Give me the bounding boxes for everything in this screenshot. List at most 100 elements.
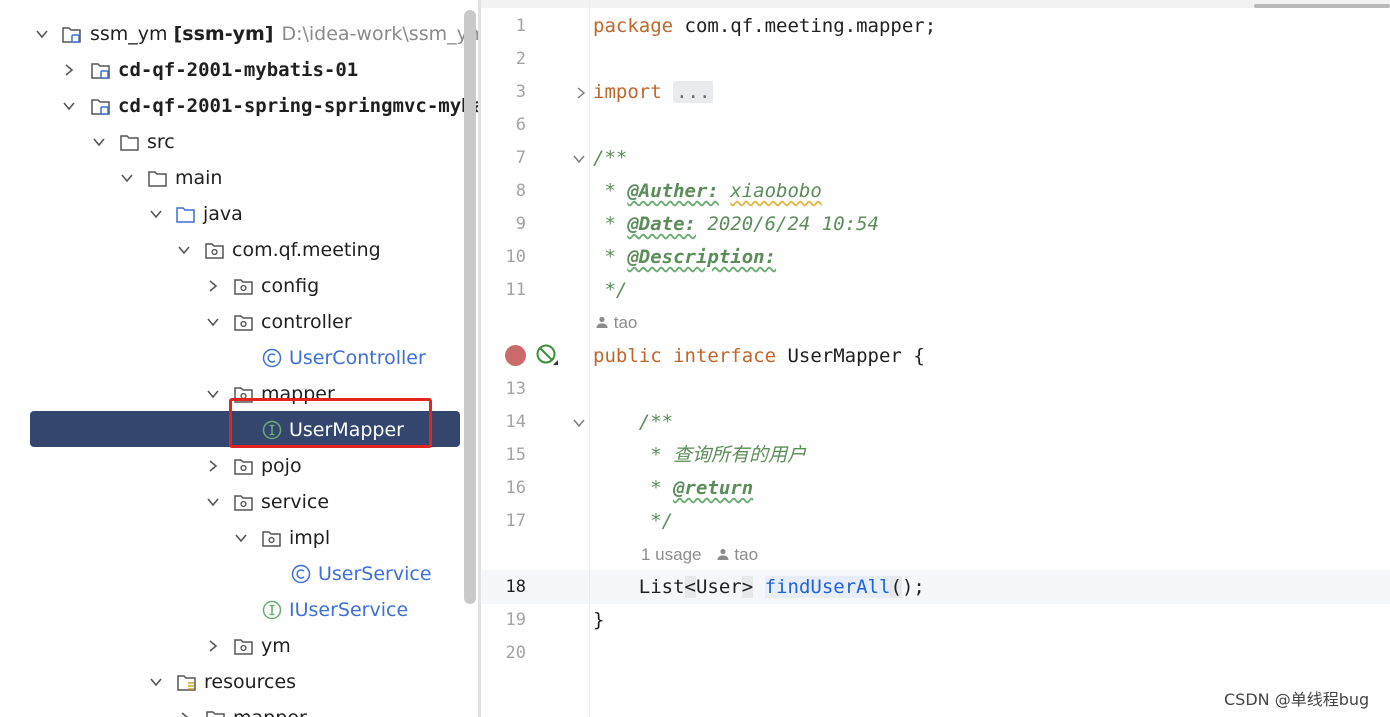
chevron-down-icon[interactable] xyxy=(177,243,191,257)
line-number: 2 xyxy=(515,49,526,69)
code-text: ); xyxy=(901,576,925,598)
author-inlay-hint[interactable]: tao xyxy=(595,313,637,333)
code-line-7[interactable]: /** xyxy=(593,147,627,169)
author-name: tao xyxy=(613,313,638,332)
chevron-down-icon[interactable] xyxy=(120,171,134,185)
package-label: controller xyxy=(261,311,352,333)
module-folder-icon xyxy=(91,99,110,115)
tree-item-package[interactable]: com.qf.meeting xyxy=(0,232,478,268)
tree-item-config[interactable]: config xyxy=(0,268,478,304)
keyword: import xyxy=(593,81,662,103)
tree-item-module2[interactable]: cd-qf-2001-spring-springmvc-myba xyxy=(0,88,478,124)
person-icon xyxy=(717,548,729,560)
method-name: findUserAll xyxy=(764,576,891,598)
line-number: 8 xyxy=(515,181,526,201)
comment-star: * xyxy=(593,246,628,268)
code-line-18[interactable]: List<User> findUserAll(); xyxy=(593,576,925,598)
usage-count: 1 usage xyxy=(641,545,702,564)
code-line-12[interactable]: public interface UserMapper { xyxy=(593,345,925,367)
tree-item-resources[interactable]: resources xyxy=(0,664,478,700)
tree-item-resources-mapper[interactable]: mapper xyxy=(0,700,478,717)
implemented-marker-icon[interactable] xyxy=(535,343,559,367)
folder-label: java xyxy=(203,203,243,225)
code-text: UserMapper { xyxy=(776,345,925,367)
chevron-right-icon[interactable] xyxy=(206,639,220,653)
package-icon xyxy=(234,279,253,295)
watermark-text: CSDN @单线程bug xyxy=(1224,690,1370,709)
tree-item-impl[interactable]: impl xyxy=(0,520,478,556)
package-icon xyxy=(205,243,224,259)
line-number: 1 xyxy=(515,16,526,36)
interface-label: IUserService xyxy=(289,599,409,621)
bracket-open: < xyxy=(684,576,696,598)
code-line-19[interactable]: } xyxy=(593,609,604,631)
chevron-right-icon[interactable] xyxy=(62,63,76,77)
line-number: 11 xyxy=(505,280,526,300)
module-label: cd-qf-2001-spring-springmvc-myba xyxy=(118,95,478,117)
tree-item-src[interactable]: src xyxy=(0,124,478,160)
package-label: pojo xyxy=(261,455,302,477)
chevron-down-icon[interactable] xyxy=(206,315,220,329)
keyword: public xyxy=(593,345,662,367)
project-label: ssm_ym [ssm-ym] D:\idea-work\ssm_ym xyxy=(90,23,478,45)
resources-folder-icon xyxy=(177,675,196,691)
folded-imports[interactable]: ... xyxy=(673,81,714,103)
code-editor[interactable]: 1 2 3 6 7 8 9 10 11 13 14 15 16 17 18 19… xyxy=(481,0,1390,717)
chevron-down-icon[interactable] xyxy=(149,207,163,221)
chevron-down-icon[interactable] xyxy=(234,531,248,545)
folder-label: main xyxy=(175,167,223,189)
tree-item-project[interactable]: ssm_ym [ssm-ym] D:\idea-work\ssm_ym xyxy=(0,16,478,52)
chevron-right-icon[interactable] xyxy=(178,711,192,717)
line-number: 17 xyxy=(505,511,526,531)
code-line-14[interactable]: /** xyxy=(593,411,673,433)
chevron-down-icon[interactable] xyxy=(206,387,220,401)
type-name: List xyxy=(593,576,685,598)
tree-item-java[interactable]: java xyxy=(0,196,478,232)
line-number-current: 18 xyxy=(505,577,526,597)
line-number: 20 xyxy=(505,643,526,663)
code-line-10[interactable]: * @Description: xyxy=(593,246,776,268)
breakpoint-icon[interactable] xyxy=(505,345,526,366)
fold-collapse-icon[interactable] xyxy=(572,152,586,166)
tree-item-main[interactable]: main xyxy=(0,160,478,196)
project-tree[interactable]: ssm_ym [ssm-ym] D:\idea-work\ssm_ym cd-qf… xyxy=(0,0,478,717)
code-line-15[interactable]: * 查询所有的用户 xyxy=(593,444,806,466)
author-name: tao xyxy=(734,545,759,564)
chevron-right-icon[interactable] xyxy=(206,459,220,473)
tree-item-user-controller[interactable]: UserController xyxy=(0,340,478,376)
tree-item-service[interactable]: service xyxy=(0,484,478,520)
folder-label: mapper xyxy=(233,706,307,717)
folder-label: resources xyxy=(204,671,297,693)
code-line-16[interactable]: * @return xyxy=(593,477,753,499)
comment-star: * xyxy=(593,477,674,499)
chevron-down-icon[interactable] xyxy=(149,675,163,689)
code-line-8[interactable]: * @Auther: xiaobobo xyxy=(593,180,821,202)
class-icon xyxy=(291,564,311,584)
package-label: impl xyxy=(289,527,331,549)
code-line-17[interactable]: */ xyxy=(593,510,673,532)
package-icon xyxy=(262,531,281,547)
keyword: interface xyxy=(673,345,777,367)
fold-collapse-icon[interactable] xyxy=(572,416,586,430)
code-text: com.qf.meeting.mapper; xyxy=(673,15,937,37)
code-line-11[interactable]: */ xyxy=(593,279,627,301)
tree-item-controller[interactable]: controller xyxy=(0,304,478,340)
tree-item-user-service[interactable]: UserService xyxy=(0,556,478,592)
tree-item-pojo[interactable]: pojo xyxy=(0,448,478,484)
tree-scrollbar[interactable] xyxy=(464,10,476,604)
code-line-1[interactable]: package com.qf.meeting.mapper; xyxy=(593,15,936,37)
chevron-down-icon[interactable] xyxy=(92,135,106,149)
tree-item-module1[interactable]: cd-qf-2001-mybatis-01 xyxy=(0,52,478,88)
chevron-down-icon[interactable] xyxy=(35,27,49,41)
usage-inlay-hint[interactable]: 1 usage tao xyxy=(641,545,758,565)
code-line-9[interactable]: * @Date: 2020/6/24 10:54 xyxy=(593,213,879,235)
tree-item-iuser-service[interactable]: IUserService xyxy=(0,592,478,628)
editor-horizontal-scrollbar[interactable] xyxy=(1254,4,1390,8)
gutter-separator xyxy=(589,0,590,717)
chevron-down-icon[interactable] xyxy=(206,495,220,509)
chevron-right-icon[interactable] xyxy=(206,279,220,293)
fold-expand-icon[interactable] xyxy=(574,86,588,100)
chevron-down-icon[interactable] xyxy=(62,99,76,113)
tree-item-ym[interactable]: ym xyxy=(0,628,478,664)
code-line-3[interactable]: import ... xyxy=(593,81,714,103)
